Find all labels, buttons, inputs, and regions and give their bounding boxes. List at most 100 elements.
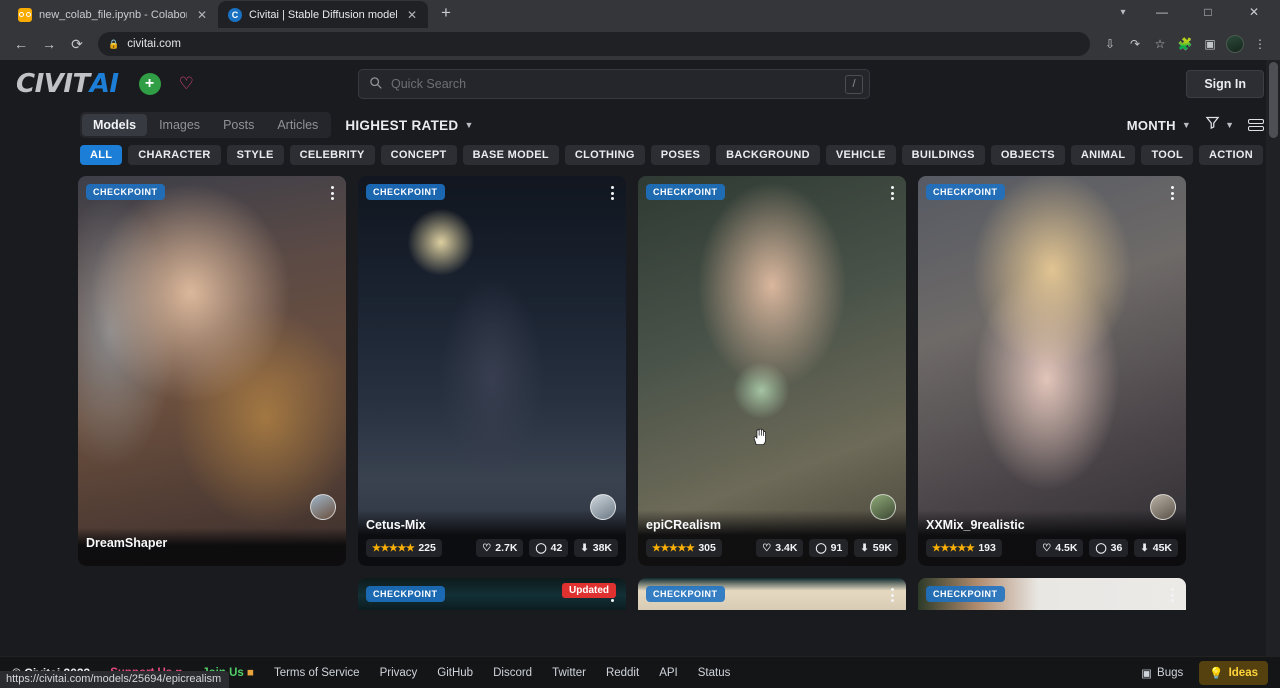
browser-tab-title: Civitai | Stable Diffusion models, <box>249 9 397 21</box>
chip-background[interactable]: BACKGROUND <box>716 145 820 165</box>
tab-models[interactable]: Models <box>82 114 147 136</box>
likes-pill: ♡ 4.5K <box>1036 539 1083 557</box>
square-icon: ■ <box>247 667 254 679</box>
footer-link-status[interactable]: Status <box>698 667 731 679</box>
footer-link-discord[interactable]: Discord <box>493 667 532 679</box>
avatar[interactable] <box>1150 494 1176 520</box>
model-stats: ★★★★★ 193 ♡ 4.5K ◯ 36 ⬇ 45K <box>926 539 1178 557</box>
ideas-button[interactable]: 💡 Ideas <box>1199 661 1268 685</box>
chip-base-model[interactable]: BASE MODEL <box>463 145 559 165</box>
bookmark-star-icon[interactable]: ☆ <box>1148 32 1172 56</box>
maximize-button[interactable]: □ <box>1186 0 1230 25</box>
tab-articles[interactable]: Articles <box>266 114 329 136</box>
layout-rows-icon[interactable] <box>1248 119 1264 131</box>
heart-icon: ♡ <box>1042 543 1051 554</box>
sign-in-button[interactable]: Sign In <box>1186 70 1264 98</box>
side-panel-icon[interactable]: ▣ <box>1198 32 1222 56</box>
footer-link-api[interactable]: API <box>659 667 678 679</box>
quick-search[interactable]: / <box>358 69 870 99</box>
period-dropdown[interactable]: MONTH ▼ <box>1127 118 1191 133</box>
chip-style[interactable]: STYLE <box>227 145 284 165</box>
likes-pill: ♡ 3.4K <box>756 539 803 557</box>
create-button[interactable]: + <box>139 73 161 95</box>
model-preview-image <box>638 176 906 566</box>
tab-posts[interactable]: Posts <box>212 114 265 136</box>
share-icon[interactable]: ↷ <box>1123 32 1147 56</box>
chip-clothing[interactable]: CLOTHING <box>565 145 645 165</box>
chip-concept[interactable]: CONCEPT <box>381 145 457 165</box>
download-icon: ⬇ <box>860 543 868 554</box>
heart-icon[interactable]: ♡ <box>179 74 194 94</box>
nav-right-controls: MONTH ▼ ▼ <box>1127 115 1264 135</box>
chip-poses[interactable]: POSES <box>651 145 710 165</box>
footer-link-privacy[interactable]: Privacy <box>380 667 418 679</box>
civitai-logo[interactable]: CIVITAI <box>16 69 119 99</box>
close-icon[interactable]: ✕ <box>194 7 210 23</box>
browser-tab-colab[interactable]: new_colab_file.ipynb - Colaborat ✕ <box>8 1 218 28</box>
card-menu-icon[interactable] <box>889 586 896 604</box>
chip-celebrity[interactable]: CELEBRITY <box>290 145 375 165</box>
chip-animal[interactable]: ANIMAL <box>1071 145 1136 165</box>
profile-avatar[interactable] <box>1223 32 1247 56</box>
minimize-button[interactable]: — <box>1140 0 1184 25</box>
scrollbar-thumb[interactable] <box>1269 62 1278 138</box>
reload-button[interactable]: ⟳ <box>64 31 90 57</box>
footer-link-terms[interactable]: Terms of Service <box>274 667 360 679</box>
model-card[interactable]: CHECKPOINT DreamShaper <box>78 176 346 566</box>
model-card[interactable]: CHECKPOINT Updated <box>358 578 626 610</box>
address-bar[interactable]: 🔒 civitai.com <box>98 32 1090 56</box>
civitai-icon: C <box>228 8 242 22</box>
tab-images[interactable]: Images <box>148 114 211 136</box>
card-menu-icon[interactable] <box>889 184 896 202</box>
chip-character[interactable]: CHARACTER <box>128 145 220 165</box>
model-card[interactable]: CHECKPOINT <box>638 578 906 610</box>
comment-icon: ◯ <box>815 543 826 554</box>
close-window-button[interactable]: ✕ <box>1232 0 1276 25</box>
install-icon[interactable]: ⇩ <box>1098 32 1122 56</box>
chip-objects[interactable]: OBJECTS <box>991 145 1065 165</box>
new-tab-button[interactable]: + <box>432 0 460 27</box>
avatar[interactable] <box>590 494 616 520</box>
card-menu-icon[interactable] <box>1169 184 1176 202</box>
model-card[interactable]: CHECKPOINT XXMix_9realistic ★★★★★ 193 ♡ … <box>918 176 1186 566</box>
chip-action[interactable]: ACTION <box>1199 145 1263 165</box>
tab-search-chevron-icon[interactable]: ▾ <box>1108 0 1138 25</box>
bugs-button[interactable]: ▣ Bugs <box>1133 662 1191 684</box>
model-card[interactable] <box>78 578 346 610</box>
filter-button[interactable]: ▼ <box>1205 115 1234 135</box>
sort-dropdown[interactable]: HIGHEST RATED ▼ <box>345 118 473 133</box>
footer-link-github[interactable]: GitHub <box>437 667 473 679</box>
model-card[interactable]: CHECKPOINT epiCRealism ★★★★★ 305 ♡ 3.4K … <box>638 176 906 566</box>
download-icon: ⬇ <box>580 543 588 554</box>
forward-button[interactable]: → <box>36 31 62 57</box>
model-type-badge: CHECKPOINT <box>366 184 445 200</box>
downloads-count: 59K <box>873 542 892 554</box>
chip-all[interactable]: ALL <box>80 145 122 165</box>
content-type-tabs: Models Images Posts Articles <box>80 112 331 138</box>
model-card[interactable]: CHECKPOINT Cetus-Mix ★★★★★ 225 ♡ 2.7K ◯ <box>358 176 626 566</box>
chip-buildings[interactable]: BUILDINGS <box>902 145 985 165</box>
back-button[interactable]: ← <box>8 31 34 57</box>
model-card[interactable]: CHECKPOINT <box>918 578 1186 610</box>
avatar[interactable] <box>870 494 896 520</box>
chip-tool[interactable]: TOOL <box>1141 145 1193 165</box>
address-bar-url: civitai.com <box>127 38 181 50</box>
browser-tabstrip: new_colab_file.ipynb - Colaborat ✕ C Civ… <box>0 0 1280 28</box>
browser-tab-civitai[interactable]: C Civitai | Stable Diffusion models, ✕ <box>218 1 428 28</box>
search-input[interactable] <box>391 77 836 91</box>
card-menu-icon[interactable] <box>329 184 336 202</box>
card-menu-icon[interactable] <box>1169 586 1176 604</box>
close-icon[interactable]: ✕ <box>404 7 420 23</box>
card-menu-icon[interactable] <box>609 184 616 202</box>
footer-link-reddit[interactable]: Reddit <box>606 667 639 679</box>
rating-pill: ★★★★★ 225 <box>366 539 442 557</box>
avatar[interactable] <box>310 494 336 520</box>
comments-count: 42 <box>551 542 563 554</box>
extensions-puzzle-icon[interactable]: 🧩 <box>1173 32 1197 56</box>
footer-link-twitter[interactable]: Twitter <box>552 667 586 679</box>
chrome-menu-icon[interactable]: ⋮ <box>1248 32 1272 56</box>
comments-pill: ◯ 36 <box>1089 539 1128 557</box>
comments-pill: ◯ 91 <box>809 539 848 557</box>
chip-vehicle[interactable]: VEHICLE <box>826 145 896 165</box>
page-scrollbar[interactable]: ▲ ▼ <box>1266 60 1280 688</box>
